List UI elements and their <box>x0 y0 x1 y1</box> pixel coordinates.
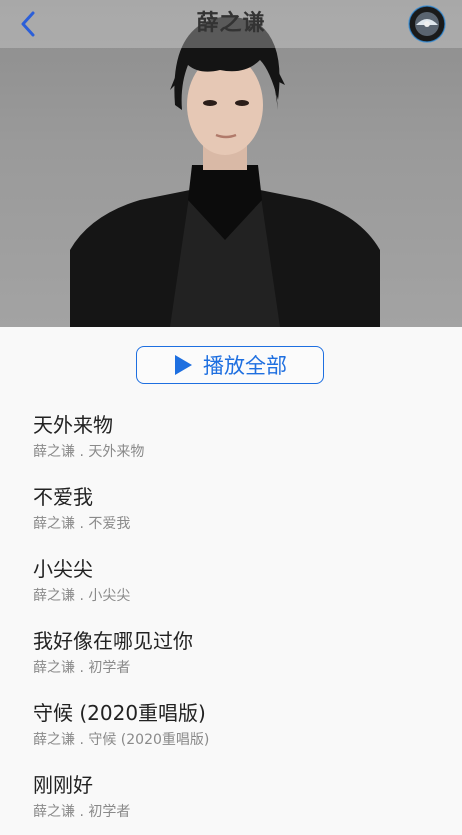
song-list: 天外来物 薛之谦 . 天外来物 不爱我 薛之谦 . 不爱我 小尖尖 薛之谦 . … <box>0 398 462 830</box>
list-item[interactable]: 不爱我 薛之谦 . 不爱我 <box>0 470 462 542</box>
song-subtitle: 薛之谦 . 不爱我 <box>33 516 131 532</box>
list-item[interactable]: 刚刚好 薛之谦 . 初学者 <box>0 758 462 830</box>
song-title: 不爱我 <box>33 485 93 509</box>
page-title: 薛之谦 <box>196 11 266 36</box>
top-navigation-bar: 薛之谦 <box>0 0 462 48</box>
artist-hero <box>0 0 462 327</box>
song-subtitle: 薛之谦 . 初学者 <box>33 660 131 676</box>
song-title: 小尖尖 <box>33 557 93 581</box>
list-item[interactable]: 守候 (2020重唱版) 薛之谦 . 守候 (2020重唱版) <box>0 686 462 758</box>
song-title: 我好像在哪见过你 <box>33 629 193 653</box>
song-title: 守候 (2020重唱版) <box>33 701 206 725</box>
play-icon <box>175 355 192 375</box>
song-title: 刚刚好 <box>33 773 93 797</box>
play-all-label: 播放全部 <box>203 354 287 378</box>
song-subtitle: 薛之谦 . 初学者 <box>33 804 131 820</box>
list-item[interactable]: 小尖尖 薛之谦 . 小尖尖 <box>0 542 462 614</box>
song-title: 天外来物 <box>33 413 113 437</box>
vinyl-disc-icon[interactable] <box>408 5 446 43</box>
song-subtitle: 薛之谦 . 小尖尖 <box>33 588 131 604</box>
song-subtitle: 薛之谦 . 守候 (2020重唱版) <box>33 732 210 748</box>
song-subtitle: 薛之谦 . 天外来物 <box>33 444 145 460</box>
artist-photo <box>70 16 380 327</box>
list-item[interactable]: 天外来物 薛之谦 . 天外来物 <box>0 398 462 470</box>
list-item[interactable]: 我好像在哪见过你 薛之谦 . 初学者 <box>0 614 462 686</box>
play-all-button[interactable]: 播放全部 <box>136 346 324 384</box>
